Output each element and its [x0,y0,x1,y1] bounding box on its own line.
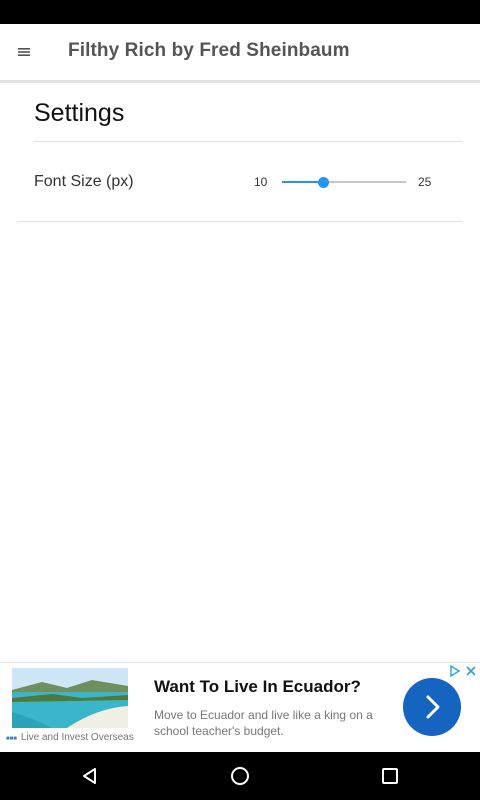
chevron-right-icon [403,695,461,740]
divider [17,221,462,222]
ad-banner[interactable]: ■■■ Live and Invest Overseas Want To Live… [0,662,480,752]
navigation-bar [0,752,480,800]
divider [34,141,462,142]
app-title: Filthy Rich by Fred Sheinbaum [68,40,350,61]
ad-description: Move to Ecuador and live like a king on … [154,708,373,738]
ad-headline[interactable]: Want To Live In Ecuador? [154,677,361,697]
font-size-slider[interactable] [282,172,406,192]
ad-source: ■■■ Live and Invest Overseas [6,732,134,743]
ad-choices-icon[interactable] [448,664,462,678]
close-icon[interactable] [465,664,477,676]
status-bar [0,0,480,24]
slider-fill [282,181,323,183]
slider-min-label: 10 [254,175,268,189]
advertiser-logo-icon: ■■■ [6,736,17,742]
app-bar: Filthy Rich by Fred Sheinbaum [0,24,480,80]
ad-source-label: Live and Invest Overseas [20,732,134,743]
back-icon[interactable] [80,766,100,791]
slider-max-label: 25 [418,175,432,189]
slider-thumb[interactable] [318,177,329,188]
hamburger-menu-icon[interactable] [14,44,34,60]
app-bar-shadow [0,80,480,83]
recents-icon[interactable] [381,767,399,790]
home-icon[interactable] [229,765,251,792]
page-title: Settings [34,99,125,127]
font-size-label: Font Size (px) [34,173,134,190]
ad-go-button[interactable] [403,678,461,736]
ad-image[interactable] [12,668,128,728]
